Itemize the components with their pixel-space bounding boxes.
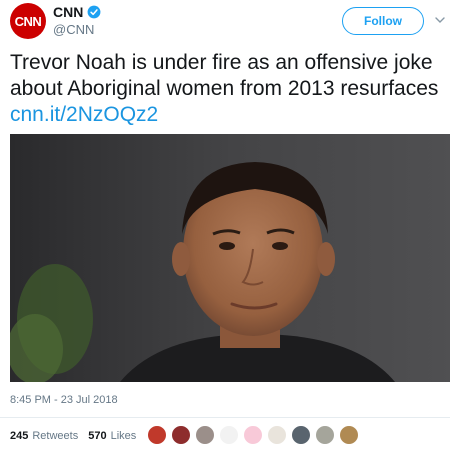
retweets-count[interactable]: 245 (10, 430, 28, 442)
follow-button[interactable]: Follow (342, 7, 424, 35)
chevron-down-icon[interactable] (434, 14, 446, 26)
author-display-name[interactable]: CNN (53, 4, 83, 20)
liker-avatar[interactable] (171, 425, 191, 445)
liker-avatar[interactable] (147, 425, 167, 445)
author-name-row[interactable]: CNN (53, 4, 101, 20)
liker-avatar[interactable] (219, 425, 239, 445)
verified-badge-icon (87, 5, 101, 19)
author-handle[interactable]: @CNN (53, 22, 94, 37)
liker-avatar[interactable] (315, 425, 335, 445)
portrait-photo (10, 134, 450, 382)
tweet-stats: 245 Retweets 570 Likes (10, 430, 136, 442)
tweet-text: Trevor Noah is under fire as an offensiv… (10, 50, 442, 128)
tweet-body: Trevor Noah is under fire as an offensiv… (10, 51, 439, 100)
likes-label[interactable]: Likes (111, 430, 137, 442)
liker-avatar[interactable] (243, 425, 263, 445)
tweet-link[interactable]: cnn.it/2NzOQz2 (10, 103, 158, 126)
tweet-media-image[interactable] (10, 134, 450, 382)
tweet-header: CNN CNN @CNN Follow (0, 0, 450, 46)
liker-avatar[interactable] (339, 425, 359, 445)
liker-avatars (147, 425, 363, 445)
likes-count[interactable]: 570 (88, 430, 106, 442)
divider (0, 417, 450, 418)
liker-avatar[interactable] (195, 425, 215, 445)
liker-avatar[interactable] (291, 425, 311, 445)
retweets-label[interactable]: Retweets (32, 430, 78, 442)
liker-avatar[interactable] (267, 425, 287, 445)
author-avatar[interactable]: CNN (10, 3, 46, 39)
avatar-logo-text: CNN (14, 13, 42, 29)
tweet-timestamp[interactable]: 8:45 PM - 23 Jul 2018 (10, 394, 118, 406)
